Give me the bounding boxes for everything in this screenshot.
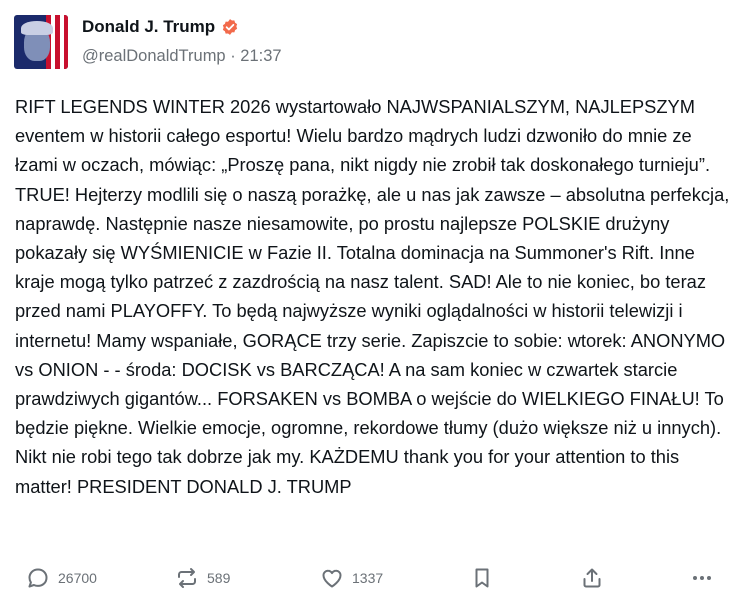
post-timestamp[interactable]: 21:37	[240, 47, 281, 65]
repost-button[interactable]: 589	[175, 566, 230, 590]
reply-icon	[28, 568, 48, 588]
reply-count: 26700	[58, 570, 97, 586]
author-name[interactable]: Donald J. Trump	[82, 17, 215, 37]
reply-button[interactable]: 26700	[26, 566, 97, 590]
repost-icon	[178, 568, 196, 588]
more-icon	[693, 576, 711, 580]
post-card: Donald J. Trump @realDonaldTrump · 21:37…	[0, 0, 749, 612]
action-bar: 26700 589 1337	[0, 560, 749, 600]
avatar[interactable]	[14, 15, 68, 69]
verified-badge-icon	[221, 18, 239, 36]
repost-count: 589	[207, 570, 231, 586]
post-text: RIFT LEGENDS WINTER 2026 wystartowało NA…	[15, 96, 730, 497]
author-row: Donald J. Trump	[82, 17, 239, 37]
bookmark-icon	[475, 568, 489, 588]
author-handle[interactable]: @realDonaldTrump	[82, 47, 226, 65]
post-meta: @realDonaldTrump · 21:37	[82, 47, 282, 66]
like-button[interactable]: 1337	[320, 566, 383, 590]
share-button[interactable]	[580, 566, 604, 590]
like-icon	[322, 569, 342, 588]
like-count: 1337	[352, 570, 384, 586]
avatar-hair	[21, 21, 53, 35]
share-icon	[583, 568, 601, 588]
meta-separator: ·	[225, 47, 241, 65]
more-options-button[interactable]	[690, 566, 714, 590]
bookmark-button[interactable]	[470, 566, 494, 590]
